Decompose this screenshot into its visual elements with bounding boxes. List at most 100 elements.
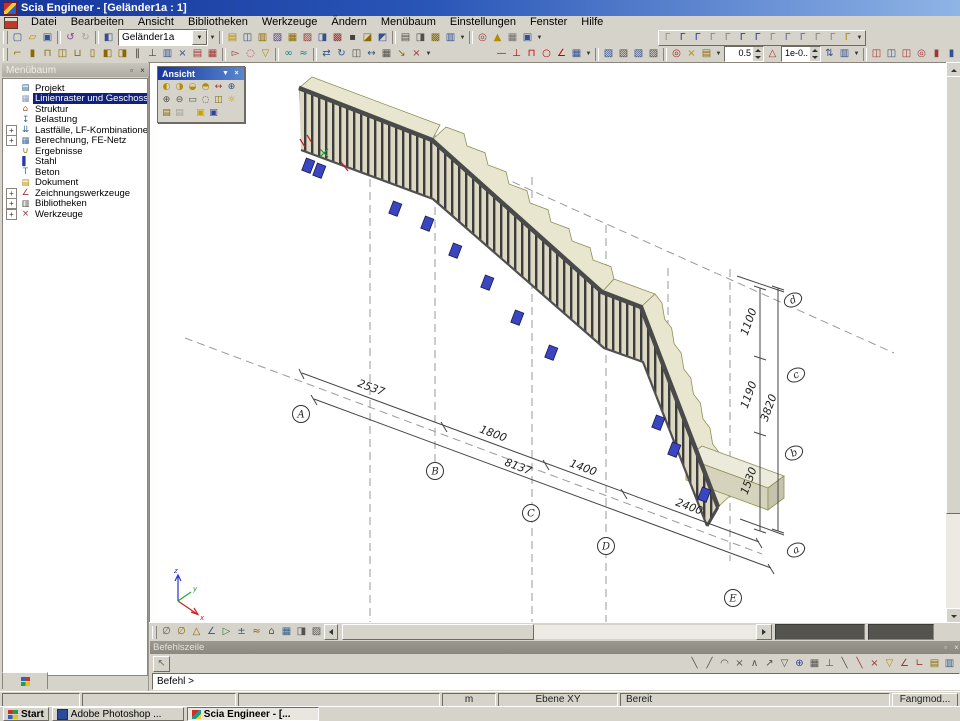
- loadcase-icon-7[interactable]: Γ: [750, 31, 765, 45]
- menubaum-header[interactable]: Menübaum ▫ ×: [2, 63, 150, 77]
- menu-bearbeiten[interactable]: Bearbeiten: [64, 16, 131, 29]
- taskbar-item-scia[interactable]: Scia Engineer - [...: [187, 707, 319, 721]
- wall-icon[interactable]: ◫: [55, 47, 70, 61]
- snap-off-icon[interactable]: ×: [867, 657, 882, 671]
- tree-item-linienraster[interactable]: + ▦ Linienraster und Geschosse: [3, 94, 147, 105]
- target-point-icon[interactable]: ◎: [669, 47, 684, 61]
- move-icon[interactable]: ⇄: [319, 47, 334, 61]
- taskbar-item-photoshop[interactable]: Adobe Photoshop ...: [52, 707, 184, 721]
- disconnect-members-icon[interactable]: ≈: [296, 47, 311, 61]
- tree-item-label[interactable]: Projekt: [33, 83, 67, 94]
- view-parameters-icon[interactable]: ▣: [207, 107, 220, 120]
- calculator-icon[interactable]: ▪: [345, 31, 360, 45]
- pointer-mode-icon[interactable]: ↖: [153, 656, 170, 672]
- tree-item-struktur[interactable]: + ⌂ Struktur: [3, 104, 147, 115]
- docked-bar-1[interactable]: [775, 624, 865, 640]
- title-bar[interactable]: Scia Engineer - [Geländer1a : 1]: [0, 0, 960, 16]
- opening-icon[interactable]: ▯: [85, 47, 100, 61]
- axes-dropdown-icon[interactable]: ▼: [852, 47, 861, 61]
- tree-item-stahl[interactable]: + ▌ Stahl: [3, 157, 147, 168]
- beam-icon[interactable]: ⌐: [10, 47, 25, 61]
- tree-item-label[interactable]: Stahl: [33, 156, 59, 167]
- tree-item-lastfaelle[interactable]: + ⇊ Lastfälle, LF-Kombinationen: [3, 125, 147, 136]
- print-icon[interactable]: ▤: [398, 31, 413, 45]
- close-icon[interactable]: ×: [951, 642, 960, 653]
- stretch-icon[interactable]: ↘: [394, 47, 409, 61]
- tree-item-berechnung[interactable]: + ▦ Berechnung, FE-Netz: [3, 136, 147, 147]
- close-icon[interactable]: ×: [231, 70, 242, 77]
- steel-connection-icon-1[interactable]: ◫: [869, 47, 884, 61]
- tree-item-label[interactable]: Ergebnisse: [33, 146, 85, 157]
- hidden-lines-icon[interactable]: ▨: [309, 625, 324, 639]
- output-dropdown-icon[interactable]: ▼: [458, 31, 467, 45]
- tree-item-werkzeuge[interactable]: + × Werkzeuge: [3, 209, 147, 220]
- snap-mode-button[interactable]: Fangmod...: [892, 693, 958, 707]
- status-plane[interactable]: Ebene XY: [498, 693, 618, 707]
- tree-item-belastung[interactable]: + ↧ Belastung: [3, 115, 147, 126]
- plate-icon[interactable]: ⊓: [40, 47, 55, 61]
- toolbar-grip[interactable]: [3, 31, 8, 44]
- zoom-pointer-icon[interactable]: ⊕: [225, 81, 238, 94]
- menubaum-tab[interactable]: [2, 672, 48, 689]
- befehlszeile-header[interactable]: Befehlszeile ▫ ×: [150, 641, 960, 654]
- close-icon[interactable]: ×: [137, 65, 148, 76]
- mdi-document-icon[interactable]: [4, 17, 18, 29]
- 3d-model-icon[interactable]: ◫: [240, 31, 255, 45]
- axis-toggle-icon[interactable]: ±: [234, 625, 249, 639]
- chevron-down-icon[interactable]: ▼: [220, 70, 231, 77]
- tree-item-projekt[interactable]: + ▤ Projekt: [3, 83, 147, 94]
- dimension-angle-icon[interactable]: ∠: [554, 47, 569, 61]
- tree-item-label[interactable]: Zeichnungswerkzeuge: [33, 188, 132, 199]
- menu-menbaum[interactable]: Menübaum: [374, 16, 443, 29]
- tree-item-label[interactable]: Belastung: [33, 114, 79, 125]
- zoom-out-icon[interactable]: ⊖: [173, 94, 186, 107]
- spinner-down-icon[interactable]: [753, 54, 763, 61]
- tree-item-label[interactable]: Struktur: [33, 104, 70, 115]
- menu-hilfe[interactable]: Hilfe: [574, 16, 610, 29]
- loadcase-icon-10[interactable]: Γ: [795, 31, 810, 45]
- scale-spinner[interactable]: 0.5: [724, 46, 764, 62]
- toolbar-grip[interactable]: [3, 48, 8, 61]
- filter-icon[interactable]: ▽: [258, 47, 273, 61]
- menu-werkzeuge[interactable]: Werkzeuge: [255, 16, 324, 29]
- tree-item-label[interactable]: Beton: [33, 167, 62, 178]
- clipping-on-icon[interactable]: ∅: [159, 625, 174, 639]
- dock-output-icon[interactable]: ▤: [927, 657, 942, 671]
- rotate-y-view-icon[interactable]: ◒: [186, 81, 199, 94]
- load-panel-icon[interactable]: ▤: [190, 47, 205, 61]
- model-canvas[interactable]: 2537 1800 1400 2400 8137 1100 1190 1530 …: [150, 63, 947, 623]
- ansicht-titlebar[interactable]: Ansicht ▼ ×: [158, 67, 244, 80]
- pin-icon[interactable]: ▫: [126, 65, 137, 76]
- expand-icon[interactable]: +: [6, 198, 17, 209]
- tree-item-label[interactable]: Bibliotheken: [33, 198, 89, 209]
- view-print-icon[interactable]: ▤: [160, 107, 173, 120]
- loadcase-icon-13[interactable]: Γ: [840, 31, 855, 45]
- clipping-box-icon[interactable]: ◫: [212, 94, 225, 107]
- bim-toolbox-icon[interactable]: ▥: [255, 31, 270, 45]
- support-icon[interactable]: ⊥: [145, 47, 160, 61]
- document-icon[interactable]: ▥: [443, 31, 458, 45]
- loadcase-dropdown-icon[interactable]: ▼: [855, 31, 864, 45]
- expand-icon[interactable]: +: [6, 209, 17, 220]
- gallery-icon[interactable]: ◪: [360, 31, 375, 45]
- print-preview-icon[interactable]: ◨: [413, 31, 428, 45]
- 3d-viewport[interactable]: 2537 1800 1400 2400 8137 1100 1190 1530 …: [149, 62, 947, 623]
- slab-icon[interactable]: ◧: [100, 47, 115, 61]
- pin-icon[interactable]: ▫: [940, 642, 951, 653]
- panel-icon[interactable]: ◨: [115, 47, 130, 61]
- coordinate-system-icon[interactable]: ⇅: [822, 47, 837, 61]
- precision-spinner[interactable]: 1e-0..: [781, 46, 821, 62]
- command-list-icon[interactable]: ▥: [942, 657, 957, 671]
- menu-bibliotheken[interactable]: Bibliotheken: [181, 16, 255, 29]
- ansicht-toolbar[interactable]: Ansicht ▼ × ◐◑◒◓↔⊕ ⊕⊖▭◌◫☼ ▤▤: [157, 66, 245, 123]
- zoom-all-icon[interactable]: ◌: [199, 94, 212, 107]
- expand-icon[interactable]: +: [6, 125, 17, 136]
- select-lasso-icon[interactable]: ◌: [243, 47, 258, 61]
- rotate-z-view-icon[interactable]: ◓: [199, 81, 212, 94]
- menu-fenster[interactable]: Fenster: [523, 16, 574, 29]
- member-properties-icon[interactable]: ▧: [270, 31, 285, 45]
- dimension-dropdown-icon[interactable]: ▼: [584, 47, 593, 61]
- shade-icon[interactable]: ⌂: [264, 625, 279, 639]
- dimension-box-icon[interactable]: ⊓: [524, 47, 539, 61]
- node-icon[interactable]: ‖: [130, 47, 145, 61]
